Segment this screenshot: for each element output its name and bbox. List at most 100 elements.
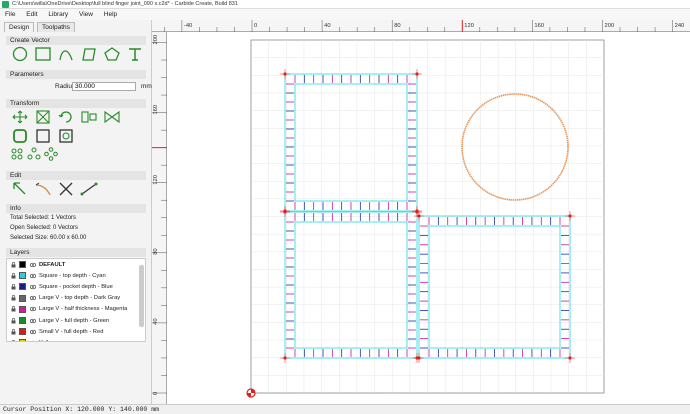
eye-icon[interactable] (29, 295, 37, 301)
radius-param: Radius mm (55, 82, 152, 91)
polygon-tool-icon[interactable] (102, 46, 122, 62)
text-tool-icon[interactable] (125, 46, 145, 62)
sidebar-tabs: Design Toolpaths (4, 22, 76, 32)
layer-color-swatch[interactable] (19, 328, 26, 336)
layer-row[interactable]: Yellow (7, 337, 145, 341)
offset-icon[interactable] (10, 128, 30, 144)
circle-tool-icon[interactable] (10, 46, 30, 62)
ruler-tick-label: 200 (153, 35, 159, 45)
menu-view[interactable]: View (79, 11, 93, 18)
eye-icon[interactable] (29, 329, 37, 335)
design-canvas[interactable] (167, 32, 690, 404)
mirror-icon[interactable] (102, 109, 122, 125)
rectangle-tool-icon[interactable] (33, 46, 53, 62)
ruler-tick-label: 0 (153, 392, 159, 395)
eye-icon[interactable] (29, 273, 37, 279)
transform-tools-row3 (10, 147, 58, 161)
fillet-icon[interactable] (33, 181, 53, 197)
menu-library[interactable]: Library (48, 11, 68, 18)
polyline-tool-icon[interactable] (79, 46, 99, 62)
node-edit-icon[interactable] (10, 147, 24, 161)
align-icon[interactable] (79, 109, 99, 125)
layer-color-swatch[interactable] (19, 294, 26, 302)
ruler-tick-label: 160 (153, 105, 159, 115)
menu-bar: File Edit Library View Help (0, 9, 690, 20)
app-window: C:\Users\willa\OneDrive\Desktop\full bli… (0, 0, 690, 414)
ruler-tick-label: 80 (394, 23, 400, 29)
layer-color-swatch[interactable] (19, 305, 26, 313)
layer-row[interactable]: Large V - half thickness - Magenta (7, 304, 145, 315)
ruler-tick-label: 40 (153, 318, 159, 324)
layer-name: DEFAULT (39, 261, 66, 268)
layer-color-swatch[interactable] (19, 283, 26, 291)
layer-row[interactable]: DEFAULT (7, 259, 145, 270)
layer-color-swatch[interactable] (19, 272, 26, 280)
ruler-tick-label: 120 (464, 23, 474, 29)
tab-toolpaths[interactable]: Toolpaths (37, 22, 75, 32)
lock-icon[interactable] (11, 328, 16, 335)
layer-row[interactable]: Large V - top depth - Dark Gray (7, 293, 145, 304)
lock-icon[interactable] (11, 283, 16, 290)
lock-icon[interactable] (11, 339, 16, 341)
layer-color-swatch[interactable] (19, 339, 26, 341)
move-icon[interactable] (10, 109, 30, 125)
curve-tool-icon[interactable] (56, 46, 76, 62)
layer-name: Yellow (39, 340, 56, 341)
ruler-tick-label: -40 (184, 23, 192, 29)
menu-edit[interactable]: Edit (26, 11, 37, 18)
edit-tools (10, 181, 99, 197)
scale-icon[interactable] (33, 109, 53, 125)
layer-color-swatch[interactable] (19, 317, 26, 325)
layer-name: Square - top depth - Cyan (39, 272, 106, 279)
eye-icon[interactable] (30, 340, 36, 341)
eye-icon[interactable] (29, 306, 37, 312)
lock-icon[interactable] (11, 261, 16, 268)
eye-icon[interactable] (29, 318, 37, 324)
array-icon[interactable] (27, 147, 41, 161)
layer-color-swatch[interactable] (19, 261, 26, 269)
measure-icon[interactable] (79, 181, 99, 197)
lock-icon[interactable] (11, 306, 16, 312)
layer-row[interactable]: Square - pocket depth - Blue (7, 281, 145, 292)
boolean-icon[interactable] (56, 128, 76, 144)
create-vector-tools (10, 46, 145, 62)
select-nodes-icon[interactable] (10, 181, 30, 197)
edit-header: Edit (6, 171, 146, 180)
lock-icon[interactable] (11, 317, 16, 324)
status-bar: Cursor Position X: 120.000 Y: 140.000 mm (0, 404, 690, 414)
tab-design[interactable]: Design (4, 22, 35, 32)
parameters-header: Parameters (6, 70, 146, 79)
layer-name: Large V - full depth - Green (39, 317, 110, 324)
design-canvas-drawing[interactable] (167, 32, 690, 404)
lock-icon[interactable] (11, 295, 16, 301)
info-total-selected: Total Selected: 1 Vectors (10, 215, 77, 221)
ruler-tick-label: 240 (675, 23, 685, 29)
menu-file[interactable]: File (5, 11, 15, 18)
vertical-ruler: 200 160 120 80 40 0 (152, 32, 167, 404)
radius-input[interactable] (72, 82, 136, 91)
ruler-tick-label: 40 (324, 23, 330, 29)
layers-scrollbar[interactable] (139, 265, 144, 327)
lock-icon[interactable] (11, 272, 16, 279)
trim-icon[interactable] (56, 181, 76, 197)
circular-array-icon[interactable] (44, 147, 58, 161)
ruler-tick-label: 160 (534, 23, 544, 29)
ruler-tick-label: 200 (605, 23, 615, 29)
layer-name: Large V - top depth - Dark Gray (39, 295, 121, 302)
horizontal-ruler: -40 0 40 80 120 160 200 240 (152, 20, 690, 32)
info-header: Info (6, 204, 146, 213)
eye-icon[interactable] (29, 284, 37, 290)
menu-help[interactable]: Help (104, 11, 117, 18)
ruler-tick-label: 0 (254, 23, 257, 29)
layers-list: DEFAULT Square - top depth - Cyan Square -… (6, 258, 146, 342)
rotate-icon[interactable] (56, 109, 76, 125)
layer-row[interactable]: Small V - full depth - Red (7, 326, 145, 337)
layer-name: Square - pocket depth - Blue (39, 283, 113, 290)
layer-row[interactable]: Square - top depth - Cyan (7, 270, 145, 281)
join-icon[interactable] (33, 128, 53, 144)
layer-row[interactable]: Large V - full depth - Green (7, 315, 145, 326)
eye-icon[interactable] (29, 262, 37, 268)
radius-unit: mm (141, 83, 152, 90)
window-title: C:\Users\willa\OneDrive\Desktop\full bli… (12, 1, 238, 7)
create-vector-header: Create Vector (6, 36, 146, 45)
